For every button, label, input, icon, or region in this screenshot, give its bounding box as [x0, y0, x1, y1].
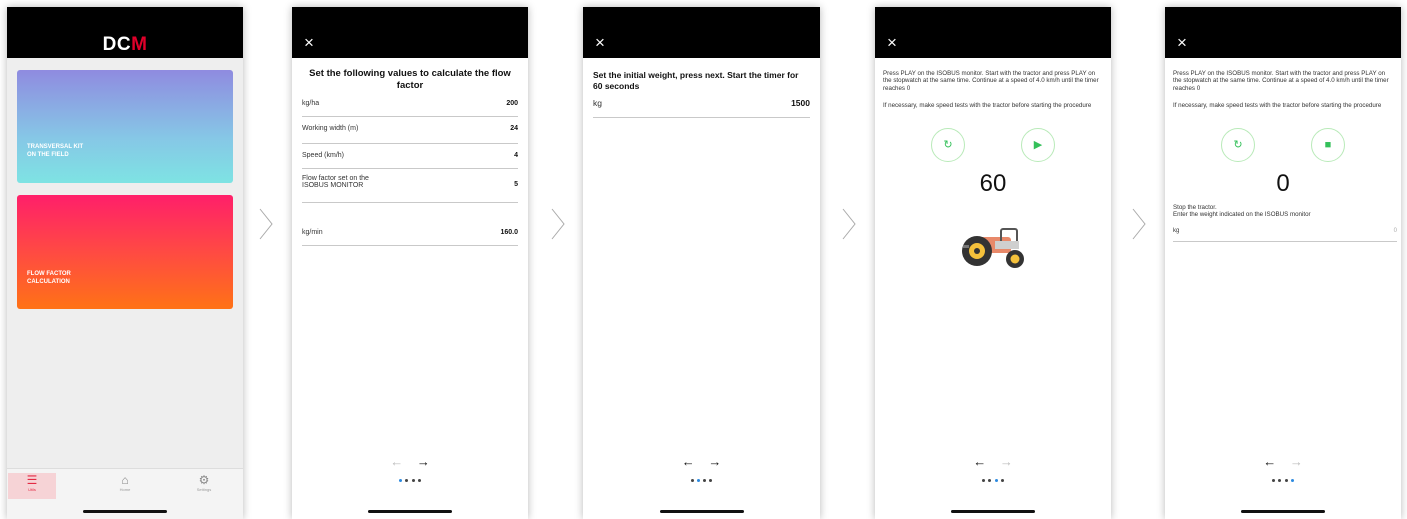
- page-dots: [292, 479, 528, 482]
- working-width-row[interactable]: Working width (m) 24: [302, 125, 518, 144]
- card-label-line2: CALCULATION: [27, 279, 70, 285]
- next-arrow-icon[interactable]: →: [1290, 454, 1303, 469]
- phone-screen-timer-start: × Press PLAY on the ISOBUS monitor. Star…: [875, 7, 1111, 519]
- next-arrow-icon[interactable]: →: [1000, 454, 1013, 469]
- note-text: If necessary, make speed tests with the …: [1173, 102, 1382, 109]
- stop-icon: ■: [1324, 139, 1332, 151]
- reset-button[interactable]: ↻: [1221, 128, 1255, 162]
- instructions-text: Press PLAY on the ISOBUS monitor. Start …: [883, 70, 1099, 92]
- kg-min-result-row: kg/min 160.0: [302, 229, 518, 246]
- close-icon[interactable]: ×: [887, 34, 897, 51]
- home-indicator: [368, 510, 452, 513]
- tab-settings[interactable]: ⚙ Settings: [180, 473, 228, 499]
- reset-button[interactable]: ↻: [931, 128, 965, 162]
- chevron-right-icon: [842, 208, 856, 240]
- gear-icon: ⚙: [198, 473, 210, 487]
- flow-factor-row[interactable]: Flow factor set on the ISOBUS MONITOR 5: [302, 175, 518, 203]
- wizard-nav: ← →: [292, 454, 528, 469]
- kg-row[interactable]: kg 1500: [593, 98, 810, 118]
- chevron-right-icon: [1132, 208, 1146, 240]
- phone-screen-initial-weight: × Set the initial weight, press next. St…: [583, 7, 820, 519]
- page-title: Set the following values to calculate th…: [309, 68, 511, 91]
- page-dots: [1165, 479, 1401, 482]
- list-icon: ☰: [26, 473, 38, 487]
- phone-screen-home: DCM TRANSVERSAL KIT ON THE FIELD FLOW FA…: [7, 7, 243, 519]
- back-arrow-icon[interactable]: ←: [390, 454, 403, 469]
- tab-home[interactable]: ⌂ Home: [101, 473, 149, 499]
- card-label-line2: ON THE FIELD: [27, 152, 69, 158]
- wizard-nav: ← →: [583, 454, 820, 469]
- timer-display: 0: [1276, 170, 1290, 197]
- close-icon[interactable]: ×: [304, 34, 314, 51]
- stop-tractor-text: Stop the tractor. Enter the weight indic…: [1173, 204, 1311, 219]
- page-dots: [583, 479, 820, 482]
- close-icon[interactable]: ×: [1177, 34, 1187, 51]
- header-bar: ×: [875, 7, 1111, 58]
- weight-input-row[interactable]: kg 0: [1173, 228, 1397, 242]
- next-arrow-icon[interactable]: →: [708, 454, 721, 469]
- tab-utils[interactable]: ☰ Utils: [8, 473, 56, 499]
- page-dots: [875, 479, 1111, 482]
- chevron-right-icon: [551, 208, 565, 240]
- timer-display: 60: [979, 170, 1007, 197]
- play-icon: ▶: [1033, 139, 1043, 151]
- note-text: If necessary, make speed tests with the …: [883, 102, 1092, 109]
- speed-row[interactable]: Speed (km/h) 4: [302, 152, 518, 169]
- home-indicator: [1241, 510, 1325, 513]
- card-label: FLOW FACTOR: [27, 271, 71, 277]
- next-arrow-icon[interactable]: →: [417, 454, 430, 469]
- tractor-icon: [962, 228, 1024, 268]
- dcm-logo: DCM: [102, 34, 148, 55]
- back-arrow-icon[interactable]: ←: [973, 454, 986, 469]
- header-bar: ×: [583, 7, 820, 58]
- wizard-nav: ← →: [875, 454, 1111, 469]
- card-label: TRANSVERSAL KIT: [27, 144, 84, 150]
- back-arrow-icon[interactable]: ←: [1263, 454, 1276, 469]
- header-bar: ×: [292, 7, 528, 58]
- instructions-text: Press PLAY on the ISOBUS monitor. Start …: [1173, 70, 1389, 92]
- chevron-right-icon: [259, 208, 273, 240]
- header-bar: ×: [1165, 7, 1401, 58]
- phone-screen-timer-end: × Press PLAY on the ISOBUS monitor. Star…: [1165, 7, 1401, 519]
- home-indicator: [659, 510, 744, 513]
- transversal-kit-card[interactable]: TRANSVERSAL KIT ON THE FIELD: [17, 70, 233, 183]
- kg-ha-row[interactable]: kg/ha 200: [302, 100, 518, 117]
- stop-button[interactable]: ■: [1311, 128, 1345, 162]
- close-icon[interactable]: ×: [595, 34, 605, 51]
- refresh-icon: ↻: [943, 139, 953, 151]
- page-title: Set the initial weight, press next. Star…: [593, 70, 799, 91]
- back-arrow-icon[interactable]: ←: [682, 454, 695, 469]
- refresh-icon: ↻: [1233, 139, 1243, 151]
- home-icon: ⌂: [121, 473, 129, 487]
- wizard-nav: ← →: [1165, 454, 1401, 469]
- home-indicator: [83, 510, 167, 513]
- header-bar: DCM: [7, 7, 243, 58]
- phone-screen-flow-factor-values: × Set the following values to calculate …: [292, 7, 528, 519]
- flow-factor-card[interactable]: FLOW FACTOR CALCULATION: [17, 195, 233, 309]
- play-button[interactable]: ▶: [1021, 128, 1055, 162]
- home-indicator: [951, 510, 1035, 513]
